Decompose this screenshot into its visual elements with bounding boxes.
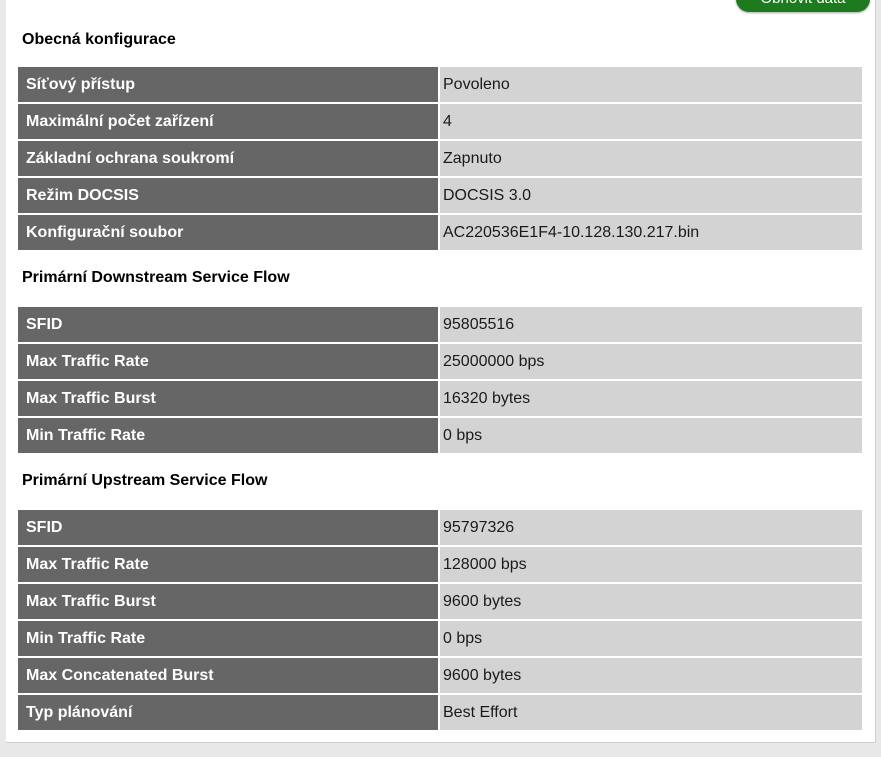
row-value: Zapnuto <box>440 141 862 178</box>
table-row: Konfigurační soubor AC220536E1F4-10.128.… <box>18 215 862 252</box>
table-row: Maximální počet zařízení 4 <box>18 104 862 141</box>
row-value: 25000000 bps <box>440 344 862 381</box>
row-label: Režim DOCSIS <box>18 178 440 215</box>
row-value: 0 bps <box>440 418 862 455</box>
table-row: Max Traffic Rate 25000000 bps <box>18 344 862 381</box>
row-value: 0 bps <box>440 621 862 658</box>
row-label: Max Concatenated Burst <box>18 658 440 695</box>
row-label: Max Traffic Rate <box>18 344 440 381</box>
row-value: DOCSIS 3.0 <box>440 178 862 215</box>
table-row: Max Traffic Burst 16320 bytes <box>18 381 862 418</box>
row-label: Max Traffic Burst <box>18 584 440 621</box>
row-value: AC220536E1F4-10.128.130.217.bin <box>440 215 862 252</box>
row-label: Maximální počet zařízení <box>18 104 440 141</box>
upstream-flow-table: SFID 95797326 Max Traffic Rate 128000 bp… <box>18 510 862 732</box>
general-config-table: Síťový přístup Povoleno Maximální počet … <box>18 67 862 252</box>
row-value: 128000 bps <box>440 547 862 584</box>
table-row: Síťový přístup Povoleno <box>18 67 862 104</box>
row-label: Typ plánování <box>18 695 440 732</box>
row-value: Best Effort <box>440 695 862 732</box>
row-label: SFID <box>18 307 440 344</box>
table-row: Min Traffic Rate 0 bps <box>18 418 862 455</box>
row-label: Min Traffic Rate <box>18 621 440 658</box>
downstream-flow-table: SFID 95805516 Max Traffic Rate 25000000 … <box>18 307 862 455</box>
row-label: Min Traffic Rate <box>18 418 440 455</box>
table-row: Max Concatenated Burst 9600 bytes <box>18 658 862 695</box>
row-value: Povoleno <box>440 67 862 104</box>
row-label: SFID <box>18 510 440 547</box>
section-title-downstream: Primární Downstream Service Flow <box>22 269 290 286</box>
table-row: Max Traffic Burst 9600 bytes <box>18 584 862 621</box>
section-title-general: Obecná konfigurace <box>22 31 176 48</box>
section-title-upstream: Primární Upstream Service Flow <box>22 472 268 489</box>
row-value: 9600 bytes <box>440 658 862 695</box>
row-value: 95805516 <box>440 307 862 344</box>
row-label: Základní ochrana soukromí <box>18 141 440 178</box>
table-row: Režim DOCSIS DOCSIS 3.0 <box>18 178 862 215</box>
table-row: Typ plánování Best Effort <box>18 695 862 732</box>
table-row: Min Traffic Rate 0 bps <box>18 621 862 658</box>
row-value: 9600 bytes <box>440 584 862 621</box>
row-value: 95797326 <box>440 510 862 547</box>
table-row: SFID 95797326 <box>18 510 862 547</box>
row-value: 4 <box>440 104 862 141</box>
row-value: 16320 bytes <box>440 381 862 418</box>
table-row: Základní ochrana soukromí Zapnuto <box>18 141 862 178</box>
row-label: Konfigurační soubor <box>18 215 440 252</box>
table-row: SFID 95805516 <box>18 307 862 344</box>
row-label: Max Traffic Rate <box>18 547 440 584</box>
row-label: Síťový přístup <box>18 67 440 104</box>
row-label: Max Traffic Burst <box>18 381 440 418</box>
refresh-data-button[interactable]: Obnovit data <box>736 0 870 12</box>
table-row: Max Traffic Rate 128000 bps <box>18 547 862 584</box>
